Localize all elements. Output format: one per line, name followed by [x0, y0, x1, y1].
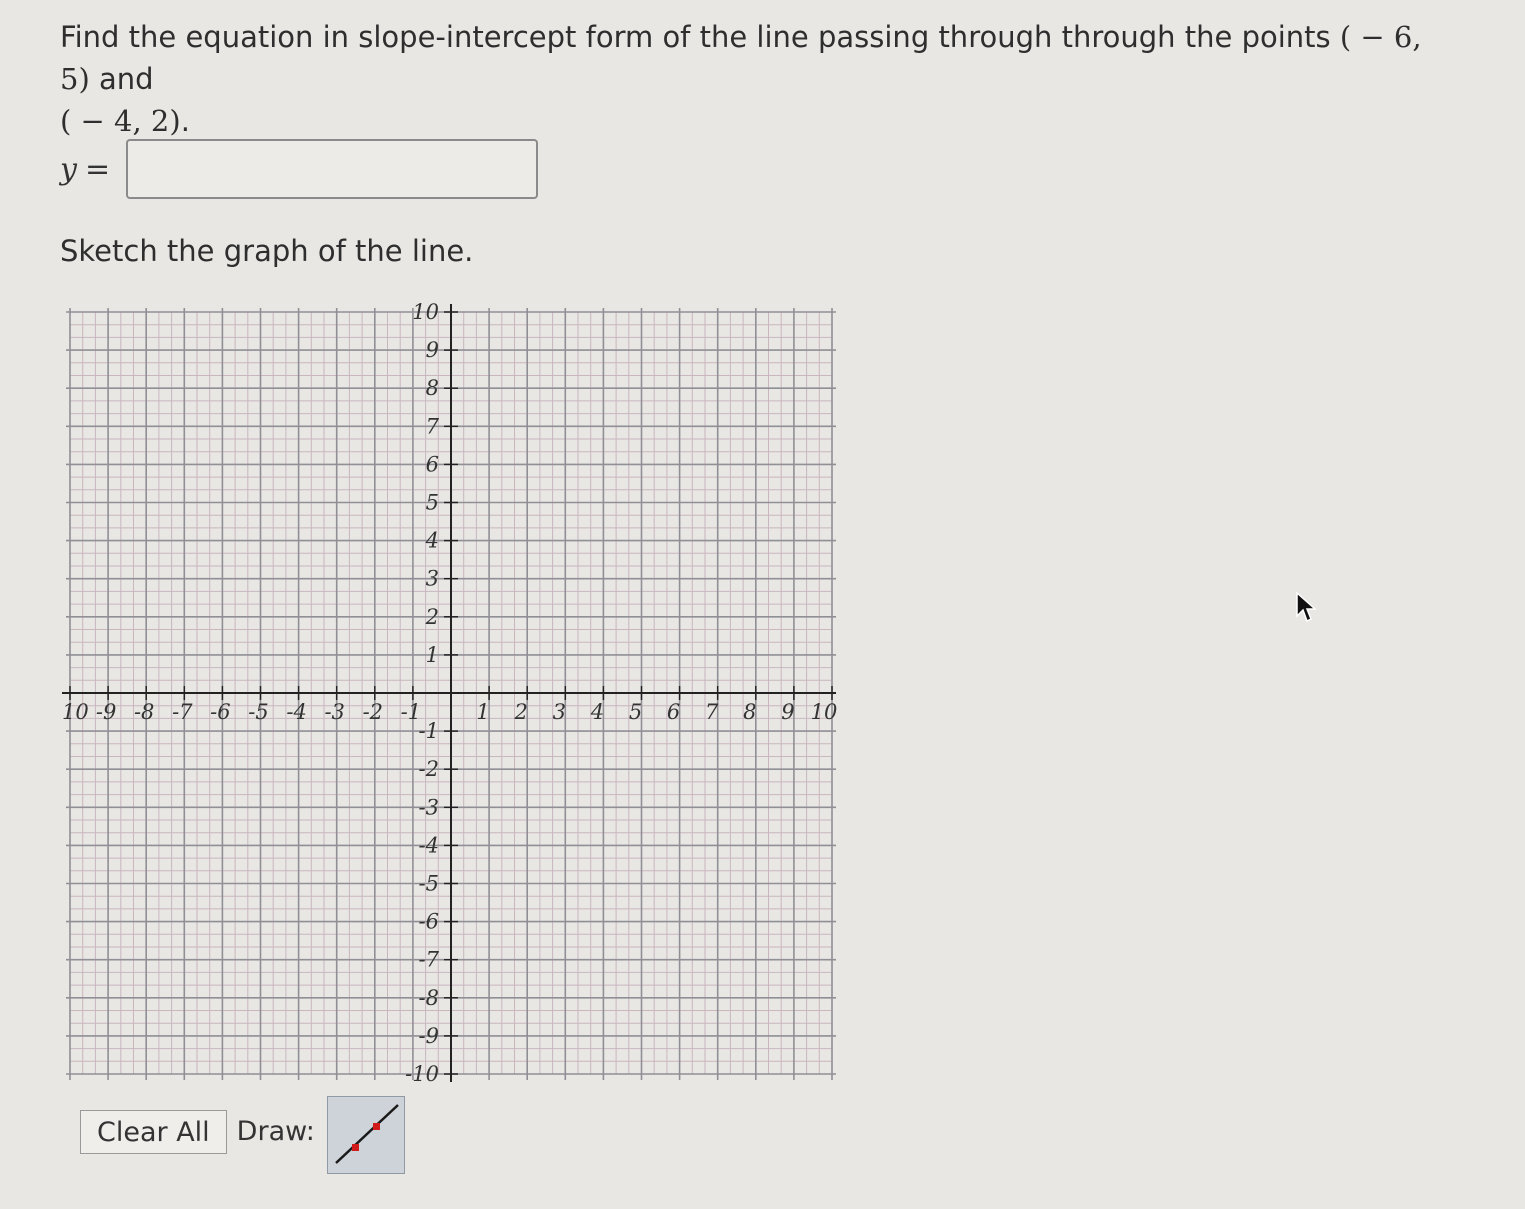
x-tick-label: -3: [324, 700, 344, 724]
y-tick-label: -5: [419, 872, 439, 896]
y-tick-label: 1: [426, 643, 439, 667]
answer-label: y =: [60, 152, 126, 187]
sketch-prompt: Sketch the graph of the line.: [60, 234, 474, 268]
x-tick-label: -9: [96, 700, 116, 724]
line-tool-button[interactable]: [326, 1096, 405, 1174]
graph-area[interactable]: 10 -9 -8 -7 -6 -5 -4 -3 -2 -1 1 2 3 4 5 6 7 8 9 10 10 9 8 7 6 5 4 3…: [56, 300, 846, 1104]
x-tick-label: -8: [134, 700, 154, 724]
y-tick-label: 10: [412, 300, 439, 324]
x-tick-label: 3: [553, 700, 566, 724]
y-tick-label: -7: [419, 948, 440, 972]
graph-toolbar: Clear All Draw:: [80, 1096, 405, 1174]
x-tick-label: 10: [811, 700, 838, 724]
x-tick-label: 1: [476, 700, 489, 724]
x-tick-label: 5: [629, 700, 642, 724]
y-tick-label: -4: [419, 833, 439, 857]
line-point-marker: [372, 1123, 380, 1130]
y-tick-label: -8: [419, 986, 439, 1010]
x-tick-label: 9: [781, 700, 794, 724]
coordinate-grid[interactable]: 10 -9 -8 -7 -6 -5 -4 -3 -2 -1 1 2 3 4 5 6 7 8 9 10109876543…: [56, 300, 846, 1100]
question-prefix: Find the equation in slope-intercept for…: [60, 20, 1340, 54]
y-tick-label: -3: [419, 795, 439, 819]
line-point-marker: [351, 1144, 359, 1151]
answer-equals: =: [84, 151, 111, 187]
line-segment-icon: [334, 1104, 399, 1164]
answer-variable: y: [60, 151, 77, 187]
y-tick-label: 8: [426, 376, 439, 400]
arrow-cursor-icon: [1296, 591, 1317, 623]
clear-all-button[interactable]: Clear All: [80, 1110, 227, 1154]
y-tick-label: -10: [405, 1062, 439, 1086]
question-text: Find the equation in slope-intercept for…: [60, 16, 1460, 142]
y-tick-label: 5: [426, 491, 439, 515]
x-tick-label: 8: [743, 700, 756, 724]
x-tick-label: 10: [62, 700, 89, 724]
y-tick-label: 9: [426, 338, 439, 362]
answer-row: y =: [60, 136, 538, 202]
y-tick-label: -1: [419, 719, 439, 743]
y-tick-label: 2: [425, 605, 439, 629]
x-tick-label: -5: [248, 700, 268, 724]
slope-intercept-input[interactable]: [126, 139, 538, 199]
x-tick-label: -2: [363, 700, 383, 724]
x-tick-label: 7: [705, 700, 719, 724]
question-middle: and: [89, 62, 154, 96]
y-tick-label: 4: [425, 529, 439, 553]
y-tick-label: -6: [419, 910, 439, 934]
y-tick-label: 7: [426, 414, 440, 438]
draw-label: Draw:: [236, 1116, 315, 1147]
question-suffix: .: [180, 104, 190, 138]
x-tick-label: 6: [667, 700, 680, 724]
x-tick-label: 4: [590, 700, 604, 724]
x-tick-label: 2: [514, 700, 528, 724]
x-tick-label: -7: [172, 700, 193, 724]
y-tick-label: -9: [419, 1024, 439, 1048]
point-2: ( − 4, 2): [60, 104, 181, 138]
y-tick-label: 6: [426, 452, 439, 476]
y-tick-label: -2: [419, 757, 439, 781]
x-tick-label: -6: [210, 700, 230, 724]
y-tick-label: 3: [426, 567, 439, 591]
x-tick-label: -4: [286, 700, 306, 724]
